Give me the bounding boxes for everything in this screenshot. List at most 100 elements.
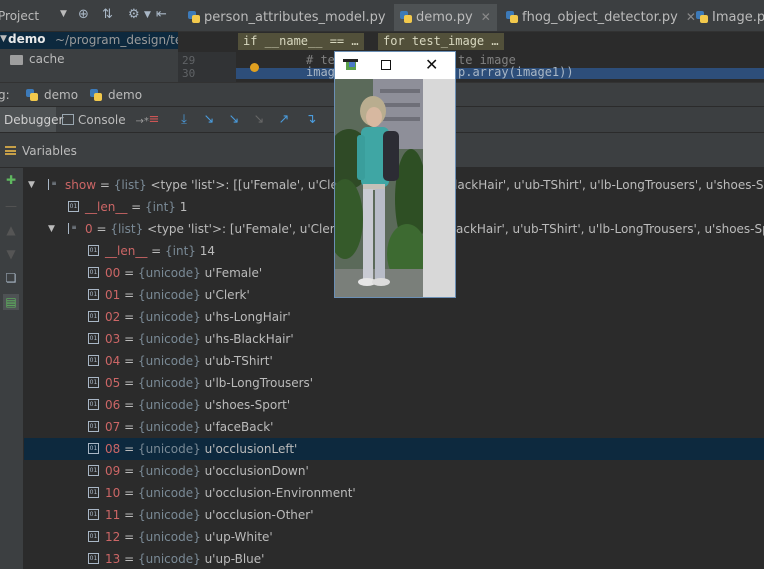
variable-row-13[interactable]: 01 13 = {unicode} u'up-Blue': [24, 548, 764, 569]
step-out-icon[interactable]: ↗: [275, 111, 293, 129]
python-file-icon: [400, 11, 412, 23]
variable-row-02[interactable]: 01 02 = {unicode} u'hs-LongHair': [24, 306, 764, 328]
project-toolbar: Project ▼ ⊕ ⇅ ⚙ ▼ ⇤: [0, 0, 178, 32]
variable-type: {unicode}: [137, 552, 201, 566]
variable-row-08[interactable]: 01 08 = {unicode} u'occlusionLeft': [24, 438, 764, 460]
variable-row-07[interactable]: 01 07 = {unicode} u'faceBack': [24, 416, 764, 438]
variable-name: 0: [85, 222, 93, 236]
run-tab-demo-1[interactable]: demo: [26, 88, 78, 102]
project-label[interactable]: Project: [0, 9, 39, 23]
step-over-icon[interactable]: ⤓: [175, 111, 193, 129]
variable-name: 07: [105, 420, 121, 434]
variable-name: __len__: [105, 244, 148, 258]
variable-type: {unicode}: [137, 530, 201, 544]
maximize-icon[interactable]: [381, 60, 391, 70]
run-tab-demo-2[interactable]: demo: [90, 88, 142, 102]
tab-image[interactable]: Image.py: [690, 4, 764, 31]
variable-row-11[interactable]: 01 11 = {unicode} u'occlusion-Other': [24, 504, 764, 526]
variable-name: 00: [105, 266, 121, 280]
variable-name: 11: [105, 508, 121, 522]
tree-root-item[interactable]: ▼ demo ~/program_design/te: [0, 32, 178, 49]
variable-row-05[interactable]: 01 05 = {unicode} u'lb-LongTrousers': [24, 372, 764, 394]
variable-name: 13: [105, 552, 121, 566]
variable-value: u'occlusionDown': [204, 464, 309, 478]
add-watch-icon[interactable]: ✚: [3, 172, 19, 188]
variable-row-10[interactable]: 01 10 = {unicode} u'occlusion-Environment…: [24, 482, 764, 504]
tab-person-attributes-model[interactable]: person_attributes_model.py✕: [182, 4, 404, 31]
breadcrumb-for-loop[interactable]: for test_image …: [378, 33, 504, 50]
watches-toggle-icon[interactable]: ▤: [3, 294, 19, 310]
close-icon[interactable]: ✕: [481, 10, 491, 24]
python-file-icon: [188, 11, 200, 23]
app-icon: [343, 59, 358, 70]
variable-name: 12: [105, 530, 121, 544]
tab-label: Image.py: [712, 10, 764, 25]
force-step-into-icon[interactable]: ↘: [250, 111, 268, 129]
show-execution-point-icon[interactable]: ≡: [145, 111, 163, 129]
image-viewer-window[interactable]: ✕: [334, 51, 456, 298]
hide-panel-icon[interactable]: ⇤: [156, 7, 167, 22]
tab-demo[interactable]: demo.py ✕: [394, 4, 497, 31]
unicode-icon: 01: [88, 355, 99, 366]
collapse-icon[interactable]: ⇅: [102, 7, 113, 22]
tab-debugger[interactable]: Debugger: [0, 107, 63, 133]
expand-arrow-icon[interactable]: ▼: [0, 34, 7, 44]
folder-icon: [10, 54, 23, 65]
unicode-icon: 01: [88, 531, 99, 542]
variables-icon: [5, 146, 16, 155]
unicode-icon: 01: [88, 553, 99, 564]
close-icon[interactable]: ✕: [425, 55, 438, 74]
remove-watch-icon[interactable]: —: [3, 198, 19, 214]
target-icon[interactable]: ⊕: [78, 7, 89, 22]
variable-value: u'occlusion-Environment': [204, 486, 356, 500]
variable-value-tail: ackHair', u'ub-TShirt', u'lb-LongTrouser…: [456, 222, 764, 236]
python-run-icon: [90, 89, 102, 101]
variable-type: {int}: [145, 200, 176, 214]
step-into-icon[interactable]: ↘: [200, 111, 218, 129]
collapse-arrow-icon[interactable]: ▼: [28, 174, 35, 196]
variable-row-06[interactable]: 01 06 = {unicode} u'shoes-Sport': [24, 394, 764, 416]
variable-name: 09: [105, 464, 121, 478]
variable-name: __len__: [85, 200, 128, 214]
move-down-icon[interactable]: ▼: [3, 246, 19, 262]
console-icon: [62, 114, 74, 125]
root-name: demo: [8, 32, 46, 46]
tab-fhog-object-detector[interactable]: fhog_object_detector.py ✕: [500, 4, 696, 31]
copy-icon[interactable]: ❏: [3, 270, 19, 286]
code-editor[interactable]: if __name__ == … for test_image … 29 30 …: [178, 32, 764, 82]
variable-value: u'hs-LongHair': [204, 310, 291, 324]
variable-row-09[interactable]: 01 09 = {unicode} u'occlusionDown': [24, 460, 764, 482]
variable-row-12[interactable]: 01 12 = {unicode} u'up-White': [24, 526, 764, 548]
lightbulb-icon[interactable]: [250, 63, 259, 72]
variable-name: show: [65, 178, 97, 192]
variable-name: 02: [105, 310, 121, 324]
variables-title: Variables: [22, 144, 77, 158]
variable-value: u'lb-LongTrousers': [204, 376, 314, 390]
collapse-arrow-icon[interactable]: ▼: [48, 218, 55, 240]
breadcrumb-if-main[interactable]: if __name__ == …: [238, 33, 364, 50]
unicode-icon: 01: [88, 487, 99, 498]
list-icon: ≡: [48, 179, 59, 190]
variable-row-03[interactable]: 01 03 = {unicode} u'hs-BlackHair': [24, 328, 764, 350]
tab-console[interactable]: Console →*: [60, 107, 149, 133]
variable-value: u'ub-TShirt': [204, 354, 273, 368]
image-window-titlebar[interactable]: ✕: [335, 52, 455, 79]
unicode-icon: 01: [88, 333, 99, 344]
move-up-icon[interactable]: ▲: [3, 222, 19, 238]
unicode-icon: 01: [88, 311, 99, 322]
variable-name: 05: [105, 376, 121, 390]
project-tree: ▼ demo ~/program_design/te cache: [0, 32, 178, 82]
variable-value: u'occlusion-Other': [204, 508, 314, 522]
gear-menu-arrow-icon[interactable]: ▼: [144, 10, 151, 20]
variable-row-04[interactable]: 01 04 = {unicode} u'ub-TShirt': [24, 350, 764, 372]
chevron-down-icon[interactable]: ▼: [60, 9, 67, 19]
run-to-cursor-icon[interactable]: ↴: [302, 111, 320, 129]
variable-value: 14: [199, 244, 216, 258]
variable-type: {unicode}: [137, 266, 201, 280]
python-file-icon: [696, 11, 708, 23]
gear-icon[interactable]: ⚙: [128, 7, 140, 22]
step-into-my-code-icon[interactable]: ↘: [225, 111, 243, 129]
tree-item-cache[interactable]: cache: [10, 52, 65, 68]
variable-name: 01: [105, 288, 121, 302]
line-gutter: 29 30: [178, 52, 236, 82]
